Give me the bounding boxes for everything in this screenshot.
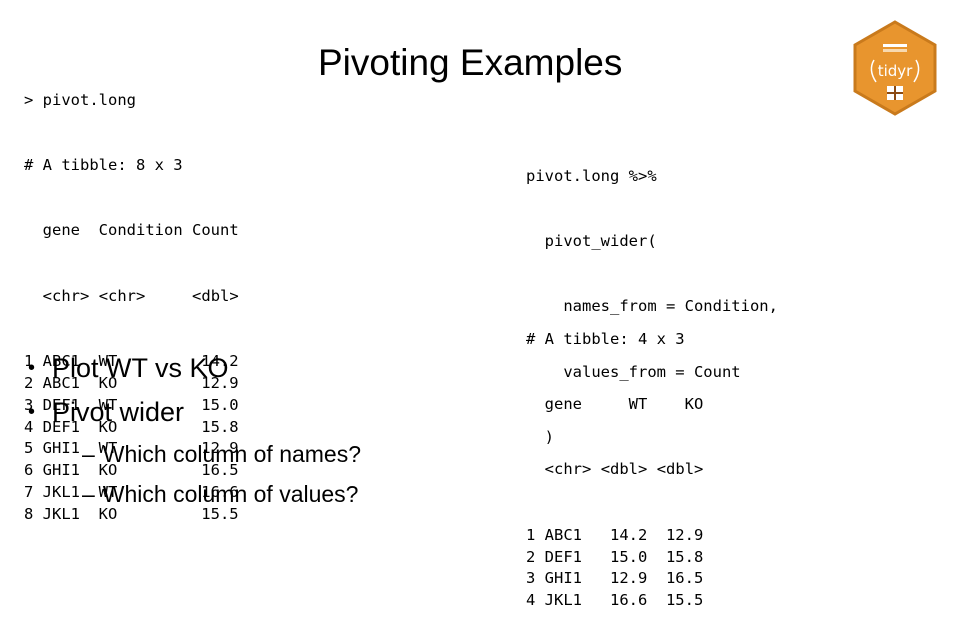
wide-rows: 1 ABC1 14.2 12.9 2 DEF1 15.0 15.8 3 GHI1 1…	[526, 525, 703, 612]
header-wt: WT	[628, 394, 648, 413]
type-row: <chr> <dbl> <dbl>	[526, 459, 704, 481]
header-gene: gene	[544, 394, 582, 413]
logo-label: tidyr	[878, 62, 913, 80]
tibble-dim-line: # A tibble: 4 x 3	[526, 329, 685, 348]
table-row: 2 DEF1 15.0 15.8	[526, 547, 704, 566]
table-row: 3 GHI1 12.9 16.5	[526, 569, 704, 588]
header-row: gene WT KO	[526, 394, 704, 416]
header-row: gene Condition Count	[24, 220, 239, 242]
header-count: Count	[192, 221, 239, 240]
header-gene: gene	[42, 221, 80, 240]
bullet-marker: •	[28, 400, 36, 423]
header-condition: Condition	[98, 221, 183, 240]
bullet-item: • Plot WT vs KO	[28, 346, 361, 390]
sub-bullet-item: – Which column of values?	[28, 474, 361, 514]
type-count: <dbl>	[192, 286, 239, 305]
sub-bullet-text: Which column of values?	[102, 480, 359, 507]
tibble-dim-line: # A tibble: 8 x 3	[24, 155, 183, 174]
dash-marker: –	[82, 480, 95, 507]
bullet-item: • Pivot wider	[28, 390, 361, 434]
code-line: pivot.long %>%	[526, 166, 657, 185]
type-condition: <chr>	[98, 286, 146, 305]
type-row: <chr> <chr> <dbl>	[24, 286, 239, 308]
bullet-text: Pivot wider	[52, 396, 185, 427]
bullet-list: • Plot WT vs KO • Pivot wider – Which colum…	[28, 346, 361, 514]
table-row: 1 ABC1 14.2 12.9	[526, 525, 704, 544]
bullet-marker: •	[28, 356, 36, 379]
table-row: 4 JKL1 16.6 15.5	[526, 591, 704, 610]
dash-marker: –	[82, 440, 95, 467]
prompt-line: > pivot.long	[24, 90, 136, 109]
bullet-text: Plot WT vs KO	[52, 352, 229, 383]
wide-tibble-output: # A tibble: 4 x 3 gene WT KO <chr> <dbl>…	[526, 285, 703, 634]
slide-title: Pivoting Examples	[318, 42, 623, 83]
header-ko: KO	[684, 394, 704, 413]
type-gene: <chr>	[42, 286, 90, 305]
tidyr-hex-logo-icon: tidyr	[853, 20, 937, 116]
type-ko: <dbl>	[656, 460, 704, 479]
type-gene: <chr>	[544, 460, 592, 479]
sub-bullet-item: – Which column of names?	[28, 434, 361, 474]
type-wt: <dbl>	[600, 460, 648, 479]
sub-bullet-text: Which column of names?	[102, 440, 362, 467]
code-line: pivot_wider(	[526, 231, 657, 250]
